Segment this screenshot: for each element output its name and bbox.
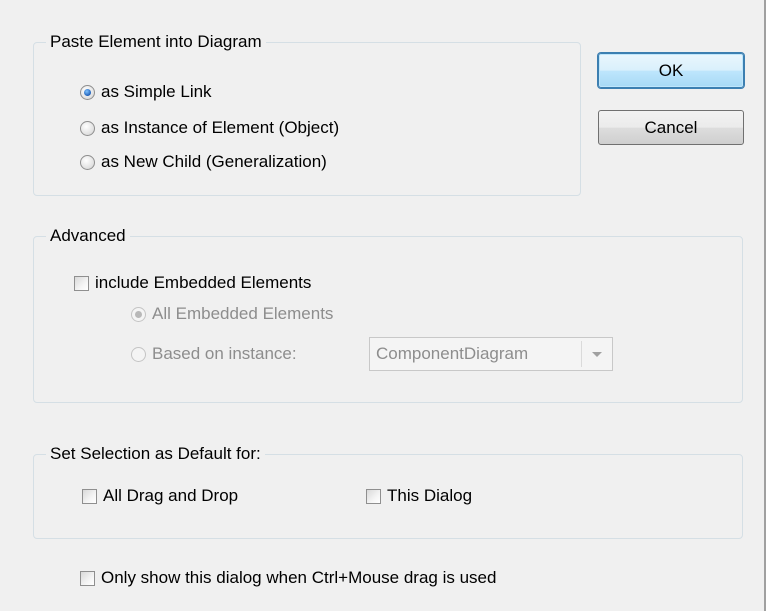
- cancel-button[interactable]: Cancel: [598, 110, 744, 145]
- ctrl-drag-checkbox[interactable]: Only show this dialog when Ctrl+Mouse dr…: [80, 566, 496, 590]
- include-embedded-checkbox[interactable]: include Embedded Elements: [74, 271, 311, 295]
- advanced-group-title: Advanced: [46, 225, 130, 247]
- radio-label-new-child[interactable]: as New Child (Generalization): [101, 150, 327, 174]
- radio-label-instance-of-element[interactable]: as Instance of Element (Object): [101, 116, 339, 140]
- instance-dropdown[interactable]: ComponentDiagram: [369, 337, 613, 371]
- this-dialog-label[interactable]: This Dialog: [387, 484, 472, 508]
- include-embedded-label[interactable]: include Embedded Elements: [95, 271, 311, 295]
- paste-element-group-title: Paste Element into Diagram: [46, 31, 266, 53]
- all-drag-drop-label[interactable]: All Drag and Drop: [103, 484, 238, 508]
- all-drag-drop-check-box[interactable]: [82, 488, 97, 504]
- radio-indicator-new-child[interactable]: [80, 154, 95, 170]
- radio-label-based-on-instance[interactable]: Based on instance:: [152, 342, 297, 366]
- radio-instance-of-element[interactable]: as Instance of Element (Object): [80, 116, 339, 140]
- all-drag-drop-checkbox[interactable]: All Drag and Drop: [82, 484, 238, 508]
- radio-indicator-simple-link[interactable]: [80, 84, 95, 100]
- radio-all-embedded-elements[interactable]: All Embedded Elements: [131, 302, 333, 326]
- radio-indicator-all-embedded[interactable]: [131, 306, 146, 322]
- radio-label-all-embedded[interactable]: All Embedded Elements: [152, 302, 333, 326]
- this-dialog-check-box[interactable]: [366, 488, 381, 504]
- default-selection-group-title: Set Selection as Default for:: [46, 443, 265, 465]
- radio-simple-link[interactable]: as Simple Link: [80, 80, 212, 104]
- radio-new-child[interactable]: as New Child (Generalization): [80, 150, 327, 174]
- chevron-down-icon[interactable]: [582, 338, 612, 370]
- ctrl-drag-label[interactable]: Only show this dialog when Ctrl+Mouse dr…: [101, 566, 496, 590]
- radio-indicator-based-on-instance[interactable]: [131, 346, 146, 362]
- radio-based-on-instance[interactable]: Based on instance:: [131, 342, 297, 366]
- ok-button[interactable]: OK: [598, 53, 744, 88]
- include-embedded-check-box[interactable]: [74, 275, 89, 291]
- radio-indicator-instance-of-element[interactable]: [80, 120, 95, 136]
- ctrl-drag-check-box[interactable]: [80, 570, 95, 586]
- radio-label-simple-link[interactable]: as Simple Link: [101, 80, 212, 104]
- this-dialog-checkbox[interactable]: This Dialog: [366, 484, 472, 508]
- instance-dropdown-value: ComponentDiagram: [376, 344, 529, 363]
